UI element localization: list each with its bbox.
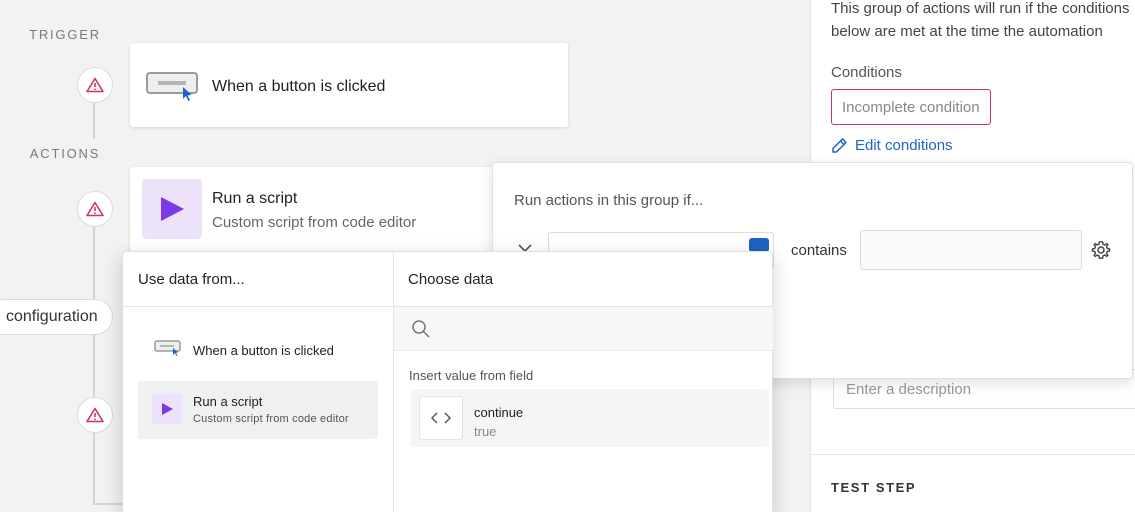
data-source-script[interactable]: Run a script Custom script from code edi… <box>138 381 378 439</box>
play-icon <box>161 197 184 221</box>
warning-triangle-icon <box>86 407 104 423</box>
use-data-from-header: Use data from... <box>138 271 245 288</box>
script-card-subtitle: Custom script from code editor <box>212 214 417 231</box>
connector-line <box>93 102 95 139</box>
data-source-subtitle: Custom script from code editor <box>193 413 349 425</box>
data-search-bar <box>394 307 773 351</box>
trigger-section-label: TRIGGER <box>29 27 101 42</box>
group-warning-indicator[interactable] <box>77 397 113 433</box>
code-brackets-icon <box>431 412 451 424</box>
search-icon <box>412 320 430 338</box>
condition-popup-title: Run actions in this group if... <box>514 192 704 209</box>
test-step-heading: TEST STEP <box>831 480 917 495</box>
edit-conditions-link[interactable]: Edit conditions <box>831 137 953 154</box>
script-icon-tile <box>152 394 182 424</box>
field-name: continue <box>474 405 524 420</box>
insert-value-label: Insert value from field <box>409 368 534 383</box>
pencil-icon <box>832 138 847 153</box>
conditions-label: Conditions <box>831 64 902 81</box>
connector-line <box>93 335 95 398</box>
condition-operator[interactable]: contains <box>791 242 847 259</box>
data-source-title: Run a script <box>193 394 263 409</box>
play-icon <box>162 403 173 415</box>
script-card[interactable]: Run a script Custom script from code edi… <box>130 167 530 251</box>
section-divider <box>811 454 1135 455</box>
trigger-warning-indicator[interactable] <box>77 67 113 103</box>
trigger-card-title: When a button is clicked <box>212 78 386 95</box>
script-card-title: Run a script <box>212 190 298 207</box>
condition-value-input[interactable] <box>860 230 1082 270</box>
data-source-title: When a button is clicked <box>193 343 334 358</box>
button-cursor-icon <box>154 340 181 356</box>
button-cursor-icon <box>146 72 198 101</box>
edit-conditions-label: Edit conditions <box>855 137 953 154</box>
connector-line <box>93 503 123 505</box>
warning-triangle-icon <box>86 77 104 93</box>
script-warning-indicator[interactable] <box>77 191 113 227</box>
data-source-trigger[interactable]: When a button is clicked <box>138 321 378 379</box>
incomplete-condition-badge[interactable]: Incomplete condition <box>831 89 991 125</box>
trigger-card[interactable]: When a button is clicked <box>130 43 568 127</box>
gear-icon[interactable] <box>1091 240 1111 260</box>
group-description-text: This group of actions will run if the co… <box>831 0 1130 40</box>
connector-line <box>93 433 95 505</box>
field-type-tile <box>419 396 463 440</box>
data-picker-popup: Use data from... Choose data When a butt… <box>122 251 774 512</box>
actions-section-label: ACTIONS <box>29 146 101 161</box>
warning-triangle-icon <box>86 201 104 217</box>
field-type-indicator <box>749 238 769 252</box>
connector-line <box>93 227 95 299</box>
configuration-pill[interactable]: configuration <box>0 299 113 335</box>
column-divider <box>393 252 394 512</box>
data-search-input[interactable] <box>438 317 758 341</box>
field-value: true <box>474 424 497 439</box>
choose-data-header: Choose data <box>408 271 494 288</box>
data-field-option[interactable]: continue true <box>411 389 769 447</box>
script-icon-tile <box>142 179 202 239</box>
